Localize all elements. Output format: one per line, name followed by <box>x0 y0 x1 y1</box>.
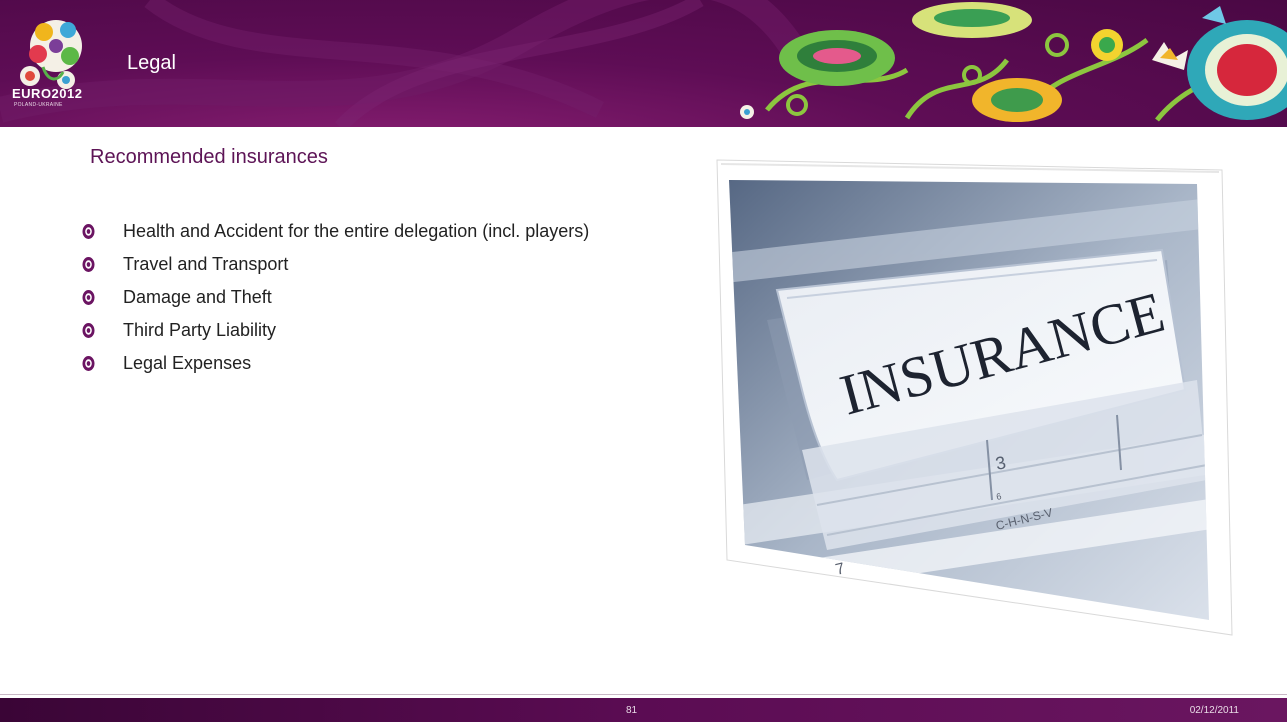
bullet-text: Third Party Liability <box>123 320 277 340</box>
page-number: 81 <box>626 705 638 716</box>
ball-bullet-icon <box>82 290 95 305</box>
header-banner: EURO2012 POLAND-UKRAINE Legal <box>0 0 1287 127</box>
footer-date: 02/12/2011 <box>1189 705 1239 716</box>
list-item: Damage and Theft <box>82 286 642 309</box>
slide-subtitle: Recommended insurances <box>90 146 328 168</box>
section-title: Legal <box>127 52 176 74</box>
ball-bullet-icon <box>82 257 95 272</box>
ball-bullet-icon <box>82 356 95 371</box>
photo-frame: INSURANCE 3 6 C-H-N-S-V 7 <box>716 159 1233 636</box>
slide: EURO2012 POLAND-UKRAINE Legal Recommende… <box>0 0 1287 722</box>
logo-subtext: POLAND-UKRAINE <box>14 102 63 108</box>
list-item: Health and Accident for the entire deleg… <box>82 220 642 243</box>
ball-bullet-icon <box>82 323 95 338</box>
bullet-text: Legal Expenses <box>123 353 252 373</box>
footer-bar: 81 02/12/2011 <box>0 698 1287 722</box>
stadium-art <box>740 2 1287 122</box>
bullet-text: Travel and Transport <box>123 254 289 274</box>
ball-bullet-icon <box>82 224 95 239</box>
list-item: Travel and Transport <box>82 253 642 276</box>
logo-text: EURO2012 <box>12 86 83 101</box>
bullet-list: Health and Accident for the entire deleg… <box>82 220 642 385</box>
list-item: Legal Expenses <box>82 352 642 375</box>
bullet-text: Damage and Theft <box>123 287 272 307</box>
bullet-text: Health and Accident for the entire deleg… <box>123 221 590 241</box>
list-item: Third Party Liability <box>82 319 642 342</box>
footer-divider <box>0 694 1287 695</box>
insurance-photo: INSURANCE 3 6 C-H-N-S-V 7 <box>707 150 1237 640</box>
